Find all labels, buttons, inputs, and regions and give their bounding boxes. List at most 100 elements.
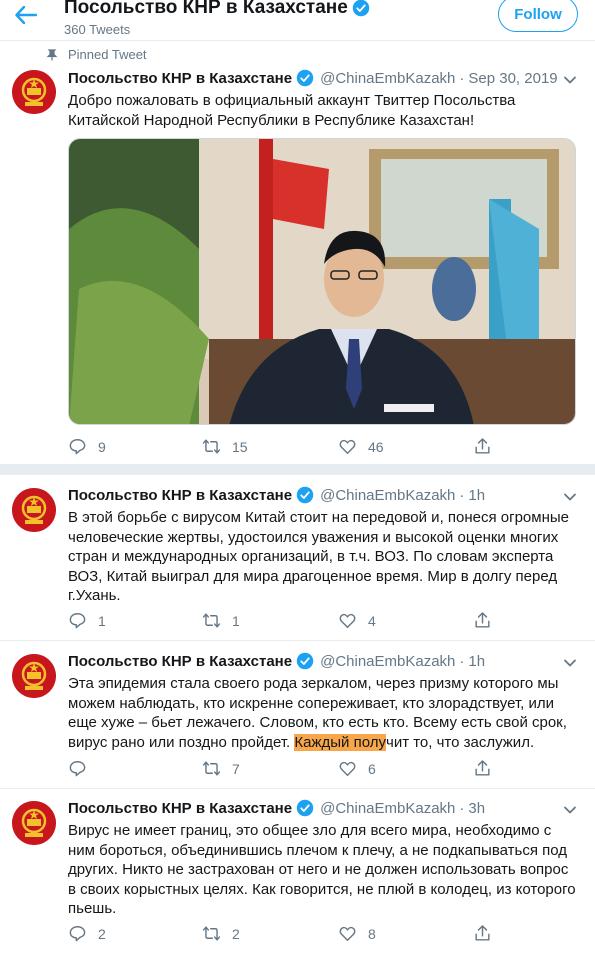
like-button[interactable]: 6 [338,759,376,778]
like-button[interactable]: 8 [338,924,376,943]
author-name[interactable]: Посольство КНР в Казахстане [68,487,292,504]
emblem-icon [12,801,56,845]
verified-badge-icon [296,486,314,504]
reply-count: 9 [98,438,106,455]
pinned-text: Pinned Tweet [68,47,147,62]
chevron-down-icon[interactable] [562,802,578,818]
like-count: 8 [368,925,376,942]
tweet-photo[interactable] [68,138,576,425]
tweet-actions: 1 1 4 [68,611,508,633]
reply-button[interactable]: 1 [68,611,106,630]
retweet-count: 1 [232,612,240,629]
author-name[interactable]: Посольство КНР в Казахстане [68,653,292,670]
tweet-header: Посольство КНР в Казахстане @ChinaEmbKaz… [68,799,485,817]
author-handle[interactable]: @ChinaEmbKazakh [320,70,455,87]
back-button[interactable] [12,4,40,26]
separator-dot: · [459,799,465,817]
reply-button[interactable]: 9 [68,437,106,456]
reply-button[interactable]: 2 [68,924,106,943]
verified-badge-icon [296,799,314,817]
share-button[interactable] [473,437,503,456]
heart-icon [339,761,356,776]
author-handle[interactable]: @ChinaEmbKazakh [320,800,455,817]
tweet-header: Посольство КНР в Казахстане @ChinaEmbKaz… [68,69,558,87]
chevron-down-icon[interactable] [562,72,578,88]
tweet[interactable]: Посольство КНР в Казахстане @ChinaEmbKaz… [0,640,595,788]
retweet-icon [202,439,221,454]
retweet-button[interactable]: 7 [202,759,240,778]
tweet-header: Посольство КНР в Казахстане @ChinaEmbKaz… [68,486,485,504]
photo-ambassador [69,139,575,424]
reply-icon [69,926,86,942]
tweet-actions: 2 2 8 [68,924,508,946]
like-button[interactable]: 4 [338,611,376,630]
verified-badge-icon [296,652,314,670]
tweet-time[interactable]: 1h [468,487,485,504]
tweet-text: Эта эпидемия стала своего рода зеркалом,… [68,674,578,752]
tweet-text: Добро пожаловать в официальный аккаунт Т… [68,92,516,129]
reply-icon [69,613,86,629]
tweet-count: 360 Tweets [64,22,131,37]
reply-icon [69,439,86,455]
heart-icon [339,926,356,941]
verified-badge-icon [352,0,370,17]
share-button[interactable] [473,611,503,630]
like-count: 6 [368,760,376,777]
tweet[interactable]: Посольство КНР в Казахстане @ChinaEmbKaz… [0,474,595,640]
retweet-button[interactable]: 15 [202,437,248,456]
share-button[interactable] [473,759,503,778]
share-button[interactable] [473,924,503,943]
author-handle[interactable]: @ChinaEmbKazakh [320,653,455,670]
author-name[interactable]: Посольство КНР в Казахстане [68,70,292,87]
page-title-text: Посольство КНР в Казахстане [64,0,348,18]
retweet-count: 2 [232,925,240,942]
share-icon [475,760,490,776]
reply-count: 2 [98,925,106,942]
retweet-icon [202,761,221,776]
tweet-time[interactable]: Sep 30, 2019 [468,70,557,87]
heart-icon [339,439,356,454]
avatar[interactable] [12,654,56,698]
separator-dot: · [459,486,465,504]
reply-count: 1 [98,612,106,629]
tweet-text: Вирус не имеет границ, это общее зло для… [68,822,576,917]
avatar[interactable] [12,488,56,532]
heart-icon [339,613,356,628]
tweet-time[interactable]: 3h [468,800,485,817]
highlighted-text: Каждый полу [294,733,386,751]
section-divider [0,464,595,474]
pin-icon [46,48,58,60]
arrow-left-icon [15,6,37,24]
tweet[interactable]: Посольство КНР в Казахстане @ChinaEmbKaz… [0,788,595,955]
avatar[interactable] [12,70,56,114]
avatar[interactable] [12,801,56,845]
page-title: Посольство КНР в Казахстане [64,0,370,19]
retweet-icon [202,613,221,628]
reply-icon [69,761,86,777]
chevron-down-icon[interactable] [562,655,578,671]
separator-dot: · [459,69,465,87]
verified-badge-icon [296,69,314,87]
reply-button[interactable] [68,759,98,778]
retweet-button[interactable]: 2 [202,924,240,943]
follow-button[interactable]: Follow [498,0,578,32]
separator-dot: · [459,652,465,670]
tweet-text-end: чит то, что заслужил. [386,733,535,751]
emblem-icon [12,654,56,698]
tweet-pinned[interactable]: Pinned Tweet Посольство КНР в Казахстане… [0,40,595,464]
like-button[interactable]: 46 [338,437,384,456]
tweet-text: В этой борьбе с вирусом Китай стоит на п… [68,509,569,604]
share-icon [475,438,490,454]
tweet-header: Посольство КНР в Казахстане @ChinaEmbKaz… [68,652,485,670]
retweet-button[interactable]: 1 [202,611,240,630]
author-handle[interactable]: @ChinaEmbKazakh [320,487,455,504]
retweet-count: 15 [232,438,248,455]
tweet-time[interactable]: 1h [468,653,485,670]
retweet-count: 7 [232,760,240,777]
chevron-down-icon[interactable] [562,489,578,505]
profile-header: Посольство КНР в Казахстане 360 Tweets F… [0,0,595,44]
tweet-actions: 9 15 46 [68,437,508,459]
retweet-icon [202,926,221,941]
share-icon [475,925,490,941]
author-name[interactable]: Посольство КНР в Казахстане [68,800,292,817]
